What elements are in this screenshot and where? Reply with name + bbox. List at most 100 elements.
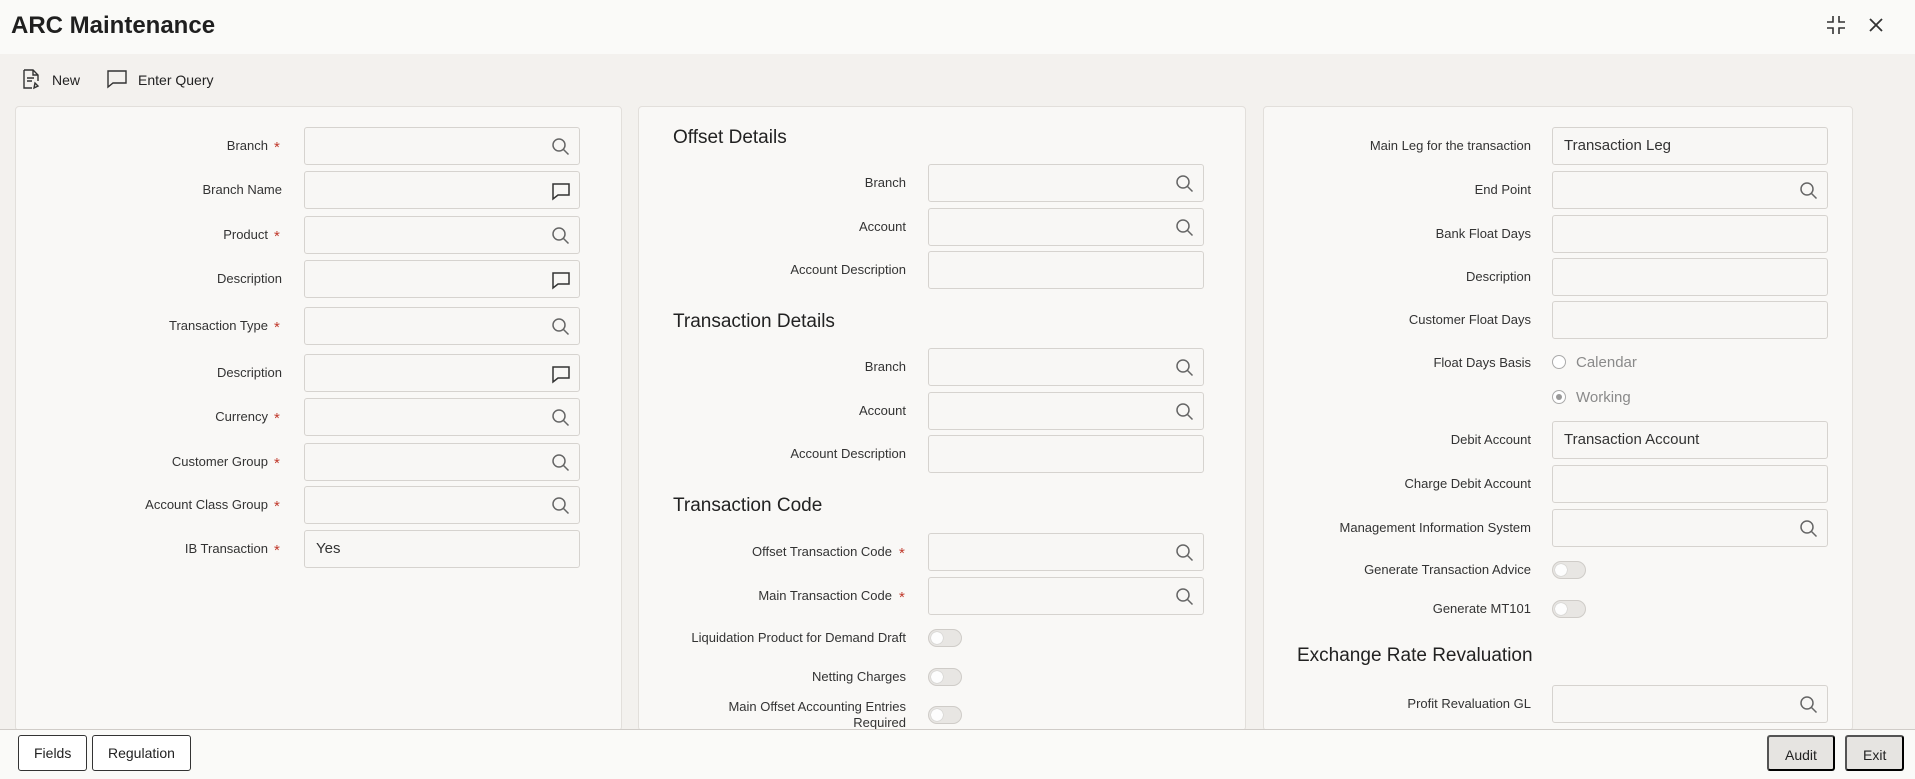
working-radio-option[interactable]: Working [1552, 383, 1631, 411]
regulation-button[interactable]: Regulation [92, 735, 191, 771]
search-icon[interactable] [1799, 695, 1819, 715]
search-icon[interactable] [1175, 218, 1195, 238]
product-input[interactable] [304, 216, 580, 254]
netting-charges-toggle[interactable] [928, 668, 962, 686]
calendar-radio[interactable] [1552, 355, 1566, 369]
toolbar: New Enter Query [0, 62, 1915, 98]
working-label: Working [1576, 388, 1631, 406]
offset-transaction-panel: Offset Details Branch Account Account De… [638, 106, 1246, 731]
account-class-group-row: Account Class Group * [16, 486, 621, 524]
offset-account-row: Account [639, 208, 1245, 246]
generate-mt101-label: Generate MT101 [1432, 601, 1531, 616]
description-input[interactable] [1552, 258, 1828, 296]
search-icon[interactable] [1175, 174, 1195, 194]
search-icon[interactable] [551, 453, 571, 473]
customer-float-days-label: Customer Float Days [1408, 312, 1531, 327]
required-marker: * [274, 319, 280, 336]
search-icon[interactable] [1799, 519, 1819, 539]
debit-account-select[interactable]: Transaction Account [1552, 421, 1828, 459]
transaction-details-title: Transaction Details [673, 311, 835, 332]
comment-icon[interactable] [551, 181, 571, 201]
txn-account-input[interactable] [928, 392, 1204, 430]
offset-transaction-code-label: Offset Transaction Code [752, 544, 892, 559]
fields-button[interactable]: Fields [18, 735, 88, 771]
search-icon[interactable] [1175, 543, 1195, 563]
required-marker: * [274, 542, 280, 559]
branch-name-row: Branch Name [16, 171, 621, 209]
minimize-icon[interactable] [1825, 14, 1847, 36]
required-marker: * [274, 455, 280, 472]
currency-input[interactable] [304, 398, 580, 436]
offset-account-description-input[interactable] [928, 251, 1204, 289]
account-class-group-input[interactable] [304, 486, 580, 524]
new-button[interactable]: New [20, 68, 80, 93]
generate-mt101-row: Generate MT101 [1264, 590, 1852, 628]
offset-transaction-code-input[interactable] [928, 533, 1204, 571]
ib-transaction-select[interactable]: Yes [304, 530, 580, 568]
txn-branch-input[interactable] [928, 348, 1204, 386]
end-point-label: End Point [1474, 182, 1531, 197]
search-icon[interactable] [1799, 181, 1819, 201]
branch-name-input[interactable] [304, 171, 580, 209]
liquidation-product-label: Liquidation Product for Demand Draft [691, 630, 906, 645]
main-transaction-code-label: Main Transaction Code [758, 588, 892, 603]
liquidation-product-toggle[interactable] [928, 629, 962, 647]
main-offset-accounting-toggle[interactable] [928, 706, 962, 724]
currency-row: Currency * [16, 398, 621, 436]
description-row: Description [1264, 258, 1852, 296]
debit-account-label: Debit Account [1450, 432, 1531, 447]
offset-branch-input[interactable] [928, 164, 1204, 202]
audit-button[interactable]: Audit [1767, 735, 1835, 771]
offset-account-input[interactable] [928, 208, 1204, 246]
main-leg-select[interactable]: Transaction Leg [1552, 127, 1828, 165]
new-document-icon [20, 68, 42, 93]
close-icon[interactable] [1865, 14, 1887, 36]
bank-float-days-input[interactable] [1552, 215, 1828, 253]
generate-transaction-advice-row: Generate Transaction Advice [1264, 551, 1852, 589]
title-bar: ARC Maintenance [0, 0, 1915, 54]
branch-input[interactable] [304, 127, 580, 165]
search-icon[interactable] [551, 317, 571, 337]
working-radio[interactable] [1552, 390, 1566, 404]
comment-icon[interactable] [551, 364, 571, 384]
search-icon[interactable] [1175, 358, 1195, 378]
txn-account-description-input[interactable] [928, 435, 1204, 473]
offset-transaction-code-row: Offset Transaction Code * [639, 533, 1245, 571]
main-details-panel: Branch * Branch Name Product * Descripti… [15, 106, 622, 731]
transaction-type-input[interactable] [304, 307, 580, 345]
comment-icon[interactable] [551, 270, 571, 290]
search-icon[interactable] [551, 137, 571, 157]
enter-query-button[interactable]: Enter Query [106, 69, 214, 92]
customer-group-input[interactable] [304, 443, 580, 481]
search-icon[interactable] [1175, 587, 1195, 607]
main-transaction-code-row: Main Transaction Code * [639, 577, 1245, 615]
calendar-radio-option[interactable]: Calendar [1552, 348, 1637, 376]
search-icon[interactable] [551, 226, 571, 246]
transaction-description-input[interactable] [304, 354, 580, 392]
customer-float-days-input[interactable] [1552, 301, 1828, 339]
required-marker: * [274, 139, 280, 156]
charge-debit-account-input[interactable] [1552, 465, 1828, 503]
product-label: Product [223, 227, 268, 242]
search-icon[interactable] [1175, 402, 1195, 422]
main-transaction-code-input[interactable] [928, 577, 1204, 615]
ib-transaction-row: IB Transaction * Yes [16, 530, 621, 568]
txn-account-row: Account [639, 392, 1245, 430]
charge-debit-account-row: Charge Debit Account [1264, 465, 1852, 503]
description-row: Description [16, 260, 621, 298]
end-point-input[interactable] [1552, 171, 1828, 209]
search-icon[interactable] [551, 496, 571, 516]
generate-transaction-advice-toggle[interactable] [1552, 561, 1586, 579]
mis-input[interactable] [1552, 509, 1828, 547]
search-icon[interactable] [551, 408, 571, 428]
profit-revaluation-gl-row: Profit Revaluation GL [1264, 685, 1852, 723]
required-marker: * [274, 498, 280, 515]
product-description-input[interactable] [304, 260, 580, 298]
generate-mt101-toggle[interactable] [1552, 600, 1586, 618]
txn-branch-row: Branch [639, 348, 1245, 386]
profit-revaluation-gl-input[interactable] [1552, 685, 1828, 723]
exit-button[interactable]: Exit [1845, 735, 1905, 771]
account-description-label: Account Description [790, 446, 906, 461]
account-class-group-label: Account Class Group [145, 497, 268, 512]
transaction-type-label: Transaction Type [169, 318, 268, 333]
